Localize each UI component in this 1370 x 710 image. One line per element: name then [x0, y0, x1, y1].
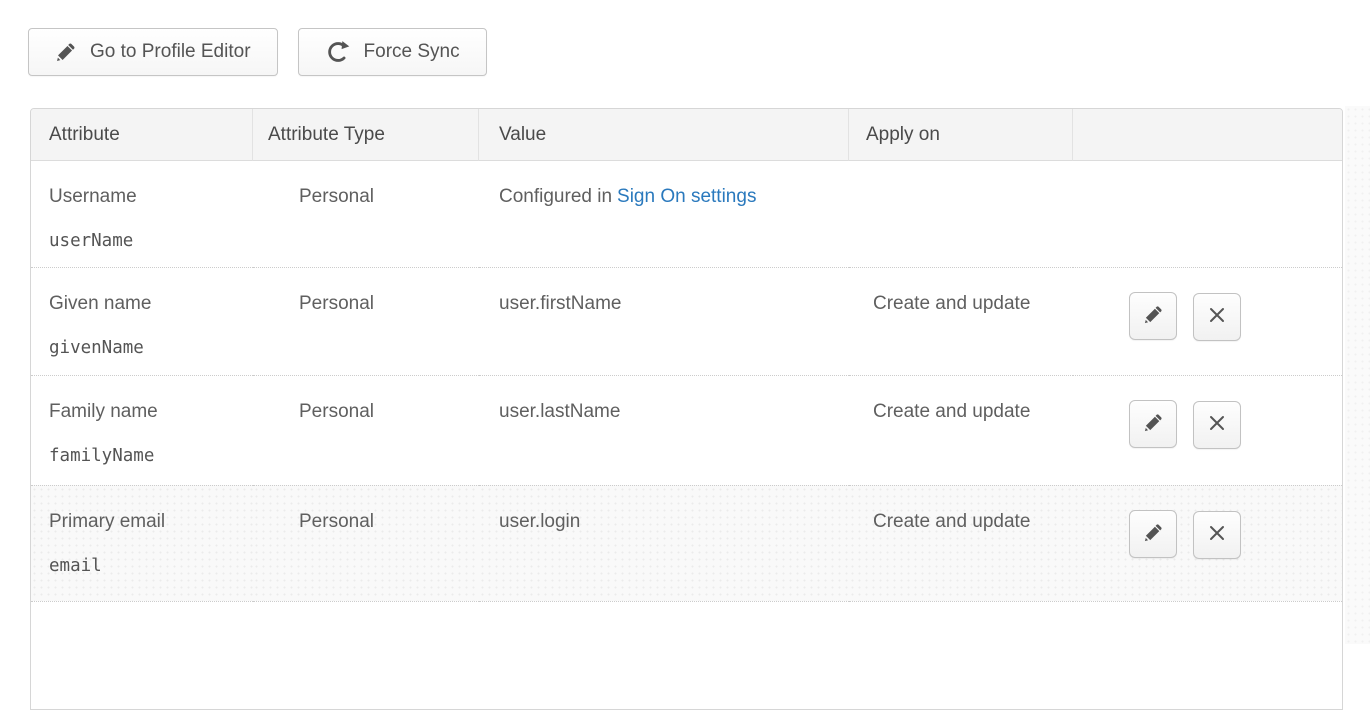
attribute-label: Family name — [49, 400, 253, 424]
attribute-variable: givenName — [49, 336, 253, 360]
attribute-label: Given name — [49, 292, 253, 316]
attribute-type: Personal — [299, 293, 374, 314]
attribute-type: Personal — [299, 401, 374, 422]
attribute-label: Primary email — [49, 510, 253, 534]
pencil-icon — [1143, 304, 1164, 328]
value-text: Configured in — [499, 186, 612, 207]
attribute-label: Username — [49, 185, 253, 209]
remove-attribute-button[interactable] — [1193, 293, 1241, 341]
column-header-attribute-type: Attribute Type — [253, 109, 479, 161]
table-row-given-name: Given name givenName Personal user.first… — [31, 267, 1342, 375]
table-row-family-name: Family name familyName Personal user.las… — [31, 375, 1342, 485]
column-header-attribute: Attribute — [31, 109, 253, 161]
table-row-partial — [31, 601, 1342, 709]
value-expression: user.firstName — [499, 293, 621, 314]
pencil-icon — [1143, 412, 1164, 436]
force-sync-button[interactable]: Force Sync — [298, 28, 487, 76]
column-header-actions — [1073, 109, 1342, 161]
go-to-profile-editor-button[interactable]: Go to Profile Editor — [28, 28, 278, 76]
remove-attribute-button[interactable] — [1193, 511, 1241, 559]
x-icon — [1207, 523, 1227, 546]
x-icon — [1207, 305, 1227, 328]
apply-on-value: Create and update — [873, 401, 1030, 422]
go-to-profile-editor-label: Go to Profile Editor — [90, 41, 251, 63]
apply-on-value: Create and update — [873, 511, 1030, 532]
refresh-icon — [325, 39, 351, 65]
page-background-strip — [1345, 106, 1370, 644]
edit-attribute-button[interactable] — [1129, 510, 1177, 558]
attribute-type: Personal — [299, 511, 374, 532]
value-expression: user.login — [499, 511, 580, 532]
toolbar: Go to Profile Editor Force Sync — [28, 28, 487, 76]
pencil-icon — [55, 41, 77, 63]
apply-on-value: Create and update — [873, 293, 1030, 314]
table-row-username: Username userName Personal Configured in… — [31, 161, 1342, 267]
attribute-mappings-table: Attribute Attribute Type Value Apply on … — [30, 108, 1343, 710]
attribute-type: Personal — [299, 186, 374, 207]
value-expression: user.lastName — [499, 401, 620, 422]
attribute-variable: email — [49, 554, 253, 578]
table-row-primary-email: Primary email email Personal user.login … — [31, 485, 1342, 601]
remove-attribute-button[interactable] — [1193, 401, 1241, 449]
force-sync-label: Force Sync — [364, 41, 460, 63]
column-header-apply-on: Apply on — [849, 109, 1073, 161]
attribute-variable: userName — [49, 229, 253, 253]
x-icon — [1207, 413, 1227, 436]
pencil-icon — [1143, 522, 1164, 546]
edit-attribute-button[interactable] — [1129, 400, 1177, 448]
attribute-variable: familyName — [49, 444, 253, 468]
table-header-row: Attribute Attribute Type Value Apply on — [31, 109, 1342, 161]
edit-attribute-button[interactable] — [1129, 292, 1177, 340]
sign-on-settings-link[interactable]: Sign On settings — [617, 186, 756, 207]
column-header-value: Value — [479, 109, 849, 161]
